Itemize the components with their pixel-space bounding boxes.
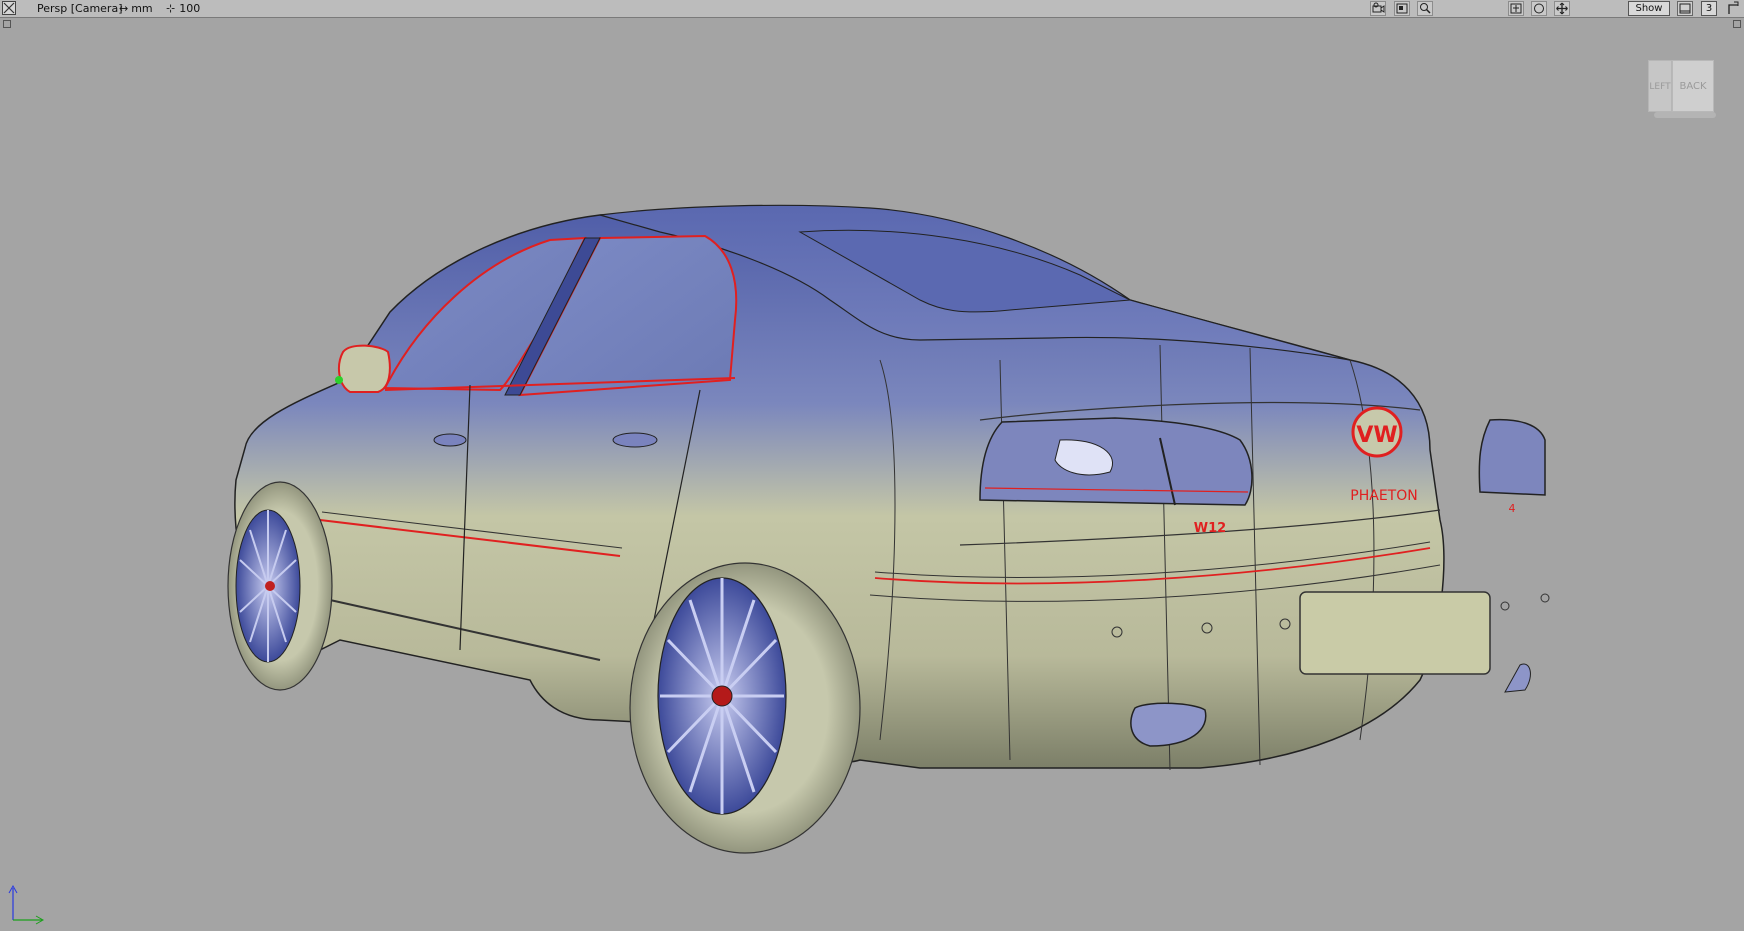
maximize-icon[interactable] — [1724, 1, 1740, 16]
rear-wheel — [629, 562, 861, 854]
viewport-toolbar: Persp [Camera] ↔ mm ⊹ 100 Show 3 — [0, 0, 1744, 18]
side-mirror — [337, 344, 391, 393]
front-wheel — [227, 481, 333, 691]
units-arrow-icon: ↔ — [119, 2, 129, 15]
scale-label: 100 — [179, 2, 201, 15]
scale-icon: ⊹ — [166, 2, 176, 15]
sphere-icon[interactable] — [1531, 1, 1547, 16]
close-icon[interactable] — [2, 1, 16, 15]
tail-light-right — [1478, 418, 1546, 496]
view-cube[interactable]: LEFT BACK — [1648, 60, 1716, 118]
axis-icon — [8, 884, 45, 925]
vw-logo-badge: VW — [1351, 406, 1403, 458]
viewcube-back-face[interactable]: BACK — [1672, 60, 1714, 112]
small-badge: 4 — [1509, 502, 1516, 515]
camera-icon[interactable] — [1370, 1, 1386, 16]
vw-logo-text: VW — [1356, 423, 1397, 448]
viewport-scene[interactable]: VW PHAETON W12 4 — [0, 18, 1744, 931]
viewcube-shadow — [1654, 112, 1716, 118]
units-label: mm — [131, 2, 153, 15]
pivot-marker — [335, 376, 343, 384]
viewcube-left-face[interactable]: LEFT — [1648, 60, 1672, 112]
show-button[interactable]: Show — [1628, 1, 1670, 16]
units-indicator[interactable]: ↔ mm — [119, 2, 153, 15]
license-plate — [1299, 591, 1491, 675]
zoom-icon[interactable] — [1417, 1, 1433, 16]
door-handle-front — [433, 433, 467, 447]
model-badge: PHAETON — [1350, 488, 1417, 504]
exhaust-tip-right — [1504, 663, 1531, 693]
camera-label[interactable]: Persp [Camera] — [37, 2, 123, 15]
tail-light-left — [979, 417, 1253, 506]
frame-icon[interactable] — [1508, 1, 1524, 16]
render-icon[interactable] — [1394, 1, 1410, 16]
move-icon[interactable] — [1554, 1, 1570, 16]
scale-indicator[interactable]: ⊹ 100 — [166, 2, 200, 15]
door-handle-rear — [612, 432, 658, 448]
layout-number[interactable]: 3 — [1701, 1, 1717, 16]
layout-icon[interactable] — [1677, 1, 1693, 16]
engine-badge: W12 — [1194, 521, 1226, 536]
